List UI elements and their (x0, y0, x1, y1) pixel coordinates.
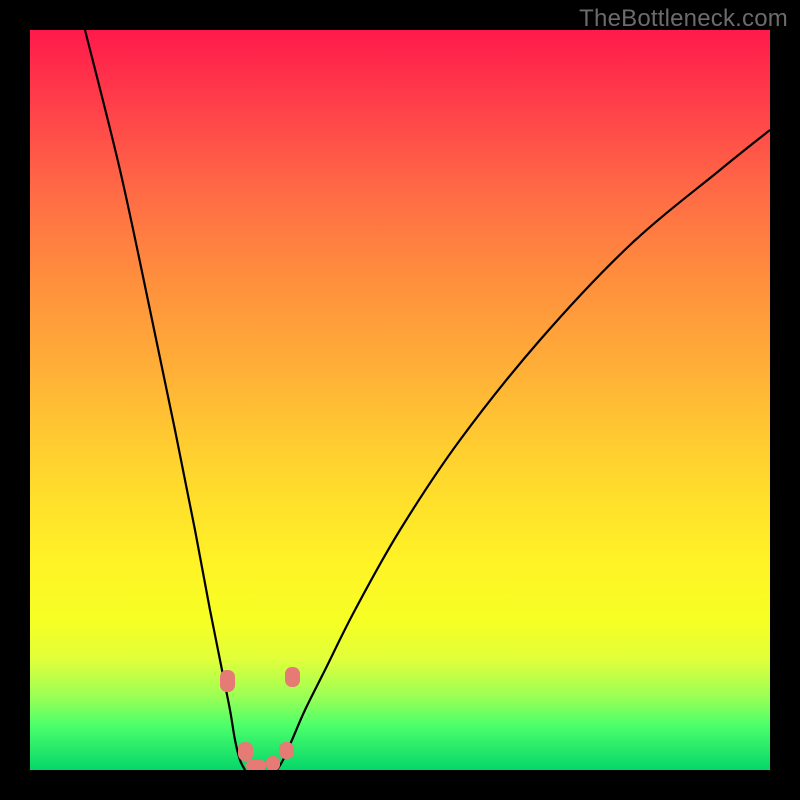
data-point-marker (285, 667, 300, 687)
bottleneck-curve (30, 30, 770, 770)
watermark-text: TheBottleneck.com (579, 5, 788, 33)
data-point-marker (279, 742, 294, 759)
data-point-marker (246, 760, 266, 770)
data-point-marker (266, 756, 280, 770)
data-point-marker (238, 742, 253, 761)
chart-frame: TheBottleneck.com (0, 0, 800, 800)
data-point-marker (220, 670, 235, 692)
plot-area (30, 30, 770, 770)
